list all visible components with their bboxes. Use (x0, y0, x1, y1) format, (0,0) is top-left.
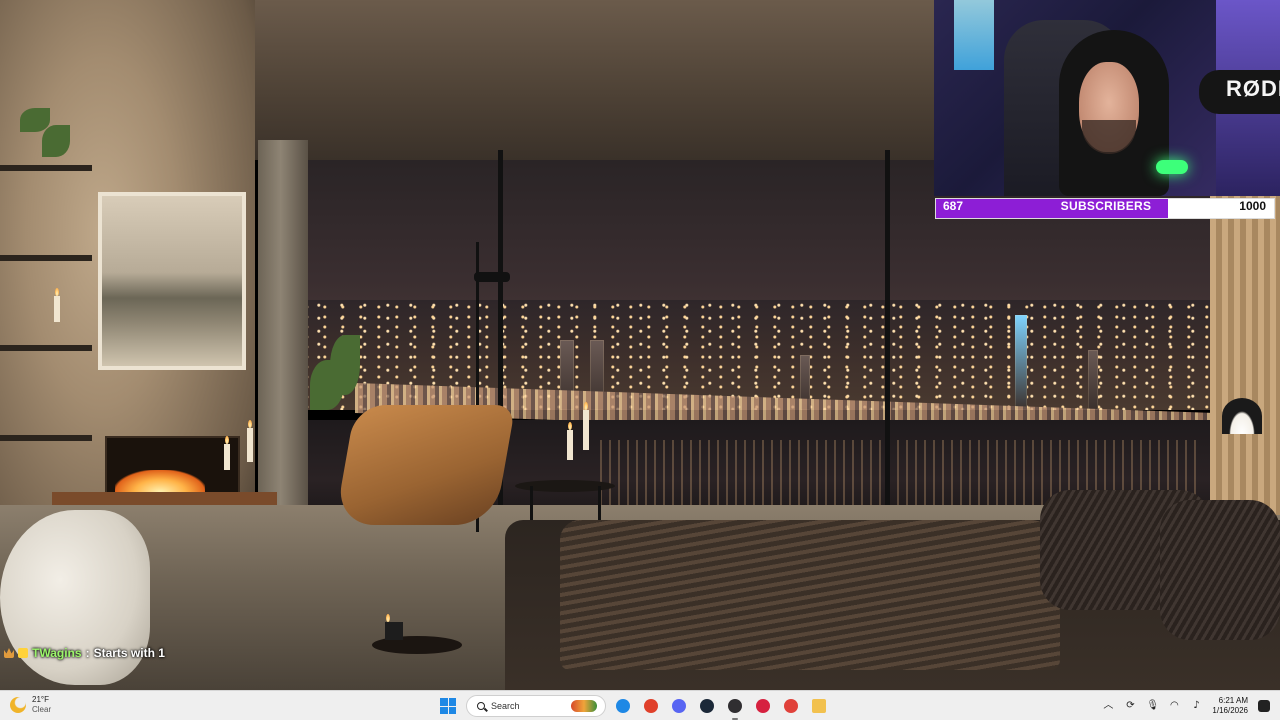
subscriber-target: 1000 (1239, 199, 1266, 213)
taskbar-edge[interactable] (612, 695, 634, 717)
floor-lamp-head (474, 272, 510, 282)
blanket (560, 520, 1060, 670)
lounge-chair (334, 405, 516, 525)
clock-time: 6:21 AM (1218, 696, 1248, 705)
chevron-up-icon[interactable]: ︿ (1102, 700, 1114, 712)
red-app-icon (784, 699, 798, 713)
windows-logo-tile (440, 698, 448, 706)
steam-icon (700, 699, 714, 713)
start-button[interactable] (436, 694, 460, 718)
led-panel (954, 0, 994, 70)
empire-state-building (1015, 315, 1027, 410)
notification-icon[interactable] (1258, 700, 1270, 712)
clock[interactable]: 6:21 AM 1/16/2026 (1212, 696, 1248, 716)
chat-message: TWagins : Starts with 1 (4, 644, 165, 662)
wall-shelf (0, 435, 92, 441)
taskbar: 21°F Clear Search ︿ ⟳ 🎙 ◠ ♪ 6:21 AM 1/16… (0, 690, 1280, 720)
taskbar-chrome[interactable] (640, 695, 662, 717)
plant-leaf (330, 335, 360, 395)
skyscraper (1088, 350, 1098, 410)
weather-widget[interactable]: 21°F Clear (10, 695, 51, 715)
wall-shelf (0, 255, 92, 261)
subscriber-goal-label: SUBSCRIBERS (1060, 199, 1152, 213)
candle (583, 402, 589, 450)
weather-text: 21°F Clear (32, 695, 51, 715)
system-tray: ︿ ⟳ 🎙 ◠ ♪ 6:21 AM 1/16/2026 (1102, 691, 1270, 720)
taskbar-discord[interactable] (668, 695, 690, 717)
concrete-pillar (258, 140, 308, 515)
candle (247, 420, 253, 462)
chat-separator: : (85, 646, 90, 660)
volume-icon[interactable]: ♪ (1190, 700, 1202, 712)
share-icon[interactable]: ⟳ (1124, 700, 1136, 712)
candle (224, 436, 230, 470)
search-placeholder: Search (491, 701, 520, 711)
candle (567, 422, 573, 460)
moon-icon (10, 697, 26, 713)
wall-shelf (0, 165, 92, 171)
search-highlight-icon (571, 700, 597, 712)
wall-painting (98, 192, 246, 370)
subscriber-count: 687 (943, 199, 964, 213)
fire (115, 470, 205, 492)
subscriber-badge-icon (18, 648, 28, 658)
taskbar-steam[interactable] (696, 695, 718, 717)
weather-condition: Clear (32, 705, 52, 714)
edge-icon (616, 699, 630, 713)
taskbar-search[interactable]: Search (466, 695, 606, 717)
taskbar-obs[interactable] (724, 695, 746, 720)
opera-icon (756, 699, 770, 713)
discord-icon (672, 699, 686, 713)
chat-text: Starts with 1 (93, 646, 165, 660)
weather-temperature: 21°F (32, 695, 49, 704)
windows-logo-tile (440, 706, 448, 714)
windows-logo-tile (448, 698, 456, 706)
taskbar-opera[interactable] (752, 695, 774, 717)
candle-jar (385, 614, 403, 640)
obs-icon (728, 699, 742, 713)
candle (54, 288, 60, 322)
bedside-lamp (1222, 398, 1262, 434)
wall-shelf (0, 345, 92, 351)
webcam-overlay: RØDE (934, 0, 1280, 196)
subscriber-goal-bar: SUBSCRIBERS 687 1000 (935, 198, 1275, 219)
crown-badge-icon (4, 648, 14, 658)
mic-arm-light (1156, 160, 1188, 174)
mic-icon[interactable]: 🎙 (1146, 700, 1159, 712)
search-icon (477, 702, 485, 710)
chat-username: TWagins (32, 646, 82, 660)
taskbar-file-explorer[interactable] (808, 695, 830, 717)
taskbar-apps: Search (436, 694, 830, 720)
file-explorer-icon (812, 699, 826, 713)
pillow (1160, 500, 1280, 640)
mic-brand-label: RØDE (1226, 76, 1280, 101)
taskbar-red-app[interactable] (780, 695, 802, 717)
wifi-icon[interactable]: ◠ (1168, 700, 1180, 712)
clock-date: 1/16/2026 (1212, 706, 1248, 715)
windows-logo-tile (448, 706, 456, 714)
chrome-icon (644, 699, 658, 713)
curtain (1210, 195, 1280, 515)
window-frame (885, 150, 890, 520)
plant-leaf (42, 125, 70, 157)
